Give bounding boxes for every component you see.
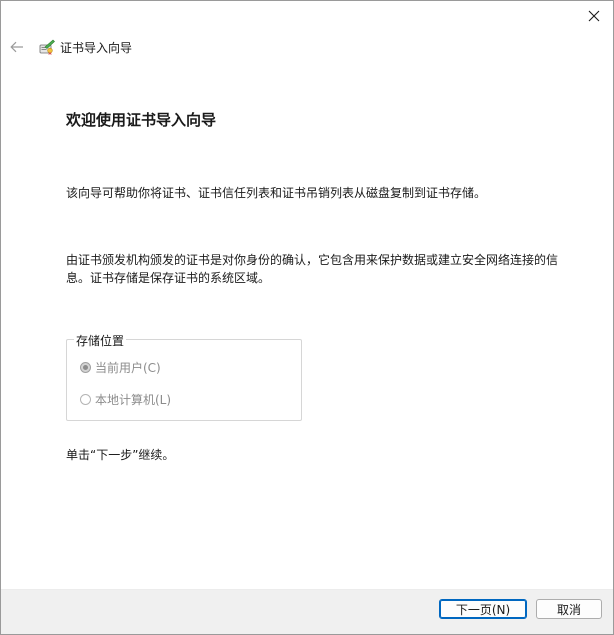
next-button[interactable]: 下一页(N) [439, 599, 527, 619]
certificate-import-wizard-window: 证书导入向导 欢迎使用证书导入向导 该向导可帮助你将证书、证书信任列表和证书吊销… [0, 0, 614, 635]
radio-button-checked[interactable] [80, 362, 91, 373]
close-button[interactable] [583, 5, 605, 27]
wizard-footer: 下一页(N) 取消 [1, 589, 613, 634]
radio-current-user[interactable]: 当前用户(C) [80, 359, 161, 376]
certificate-wizard-icon [39, 39, 55, 55]
wizard-description: 该向导可帮助你将证书、证书信任列表和证书吊销列表从磁盘复制到证书存储。 [66, 186, 487, 200]
back-arrow-icon [10, 41, 23, 53]
store-location-group [66, 339, 302, 421]
cancel-button[interactable]: 取消 [536, 599, 602, 619]
store-location-label: 存储位置 [74, 332, 127, 349]
wizard-title: 证书导入向导 [60, 40, 133, 55]
radio-local-machine-label: 本地计算机(L) [95, 393, 172, 407]
certificate-explanation-line-1: 由证书颁发机构颁发的证书是对你身份的确认，它包含用来保护数据或建立安全网络连接的… [66, 253, 559, 267]
close-icon [588, 10, 600, 22]
certificate-explanation-line-2: 息。证书存储是保存证书的系统区域。 [66, 271, 271, 285]
radio-local-machine[interactable]: 本地计算机(L) [80, 391, 171, 408]
continue-instruction: 单击“下一步”继续。 [66, 448, 175, 462]
certificate-explanation: 由证书颁发机构颁发的证书是对你身份的确认，它包含用来保护数据或建立安全网络连接的… [66, 251, 576, 287]
back-button[interactable] [9, 39, 25, 55]
radio-button-unchecked[interactable] [80, 394, 91, 405]
wizard-nav-bar: 证书导入向导 [9, 37, 132, 57]
radio-current-user-label: 当前用户(C) [95, 361, 161, 375]
page-title: 欢迎使用证书导入向导 [66, 111, 217, 129]
